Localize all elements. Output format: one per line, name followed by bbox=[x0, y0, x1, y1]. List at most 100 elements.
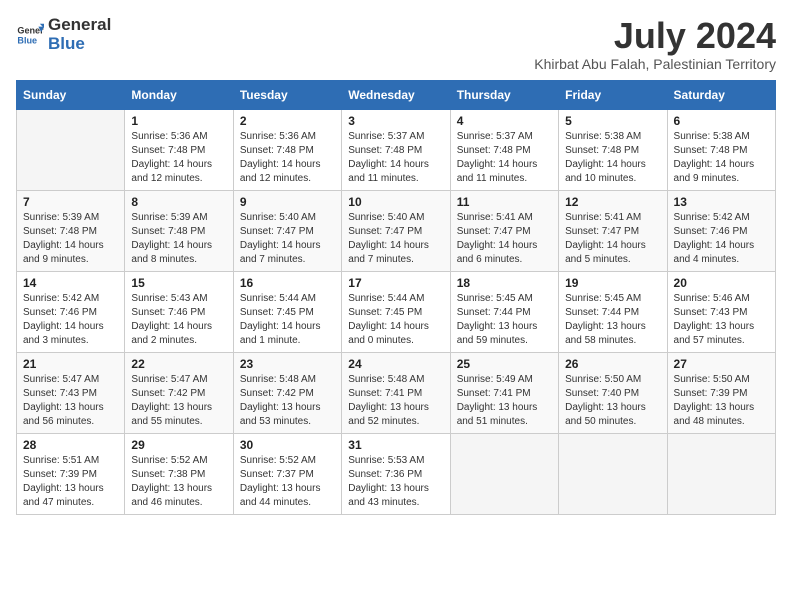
day-number: 3 bbox=[348, 114, 443, 128]
day-info: Sunrise: 5:52 AMSunset: 7:38 PMDaylight:… bbox=[131, 454, 226, 510]
day-number: 5 bbox=[565, 114, 660, 128]
day-info: Sunrise: 5:49 AMSunset: 7:41 PMDaylight:… bbox=[457, 373, 552, 429]
day-info: Sunrise: 5:45 AMSunset: 7:44 PMDaylight:… bbox=[457, 292, 552, 348]
day-number: 25 bbox=[457, 357, 552, 371]
day-info: Sunrise: 5:40 AMSunset: 7:47 PMDaylight:… bbox=[240, 211, 335, 267]
day-number: 31 bbox=[348, 438, 443, 452]
day-number: 23 bbox=[240, 357, 335, 371]
day-number: 6 bbox=[674, 114, 769, 128]
day-info: Sunrise: 5:44 AMSunset: 7:45 PMDaylight:… bbox=[348, 292, 443, 348]
calendar-cell: 6 Sunrise: 5:38 AMSunset: 7:48 PMDaylight… bbox=[667, 109, 775, 190]
day-info: Sunrise: 5:42 AMSunset: 7:46 PMDaylight:… bbox=[674, 211, 769, 267]
calendar-header-row: SundayMondayTuesdayWednesdayThursdayFrid… bbox=[17, 80, 776, 109]
day-number: 8 bbox=[131, 195, 226, 209]
column-header-tuesday: Tuesday bbox=[233, 80, 341, 109]
column-header-saturday: Saturday bbox=[667, 80, 775, 109]
calendar-cell: 30 Sunrise: 5:52 AMSunset: 7:37 PMDayligh… bbox=[233, 433, 341, 514]
day-number: 9 bbox=[240, 195, 335, 209]
calendar-cell: 25 Sunrise: 5:49 AMSunset: 7:41 PMDayligh… bbox=[450, 352, 558, 433]
column-header-friday: Friday bbox=[559, 80, 667, 109]
day-info: Sunrise: 5:37 AMSunset: 7:48 PMDaylight:… bbox=[348, 130, 443, 186]
day-info: Sunrise: 5:50 AMSunset: 7:40 PMDaylight:… bbox=[565, 373, 660, 429]
column-header-thursday: Thursday bbox=[450, 80, 558, 109]
day-number: 21 bbox=[23, 357, 118, 371]
svg-text:Blue: Blue bbox=[17, 35, 37, 45]
day-number: 4 bbox=[457, 114, 552, 128]
day-info: Sunrise: 5:46 AMSunset: 7:43 PMDaylight:… bbox=[674, 292, 769, 348]
calendar-cell: 15Sunrise: 5:43 AMSunset: 7:46 PMDayligh… bbox=[125, 271, 233, 352]
day-info: Sunrise: 5:48 AMSunset: 7:42 PMDaylight:… bbox=[240, 373, 335, 429]
day-number: 17 bbox=[348, 276, 443, 290]
calendar-week-row: 21Sunrise: 5:47 AMSunset: 7:43 PMDayligh… bbox=[17, 352, 776, 433]
calendar-cell: 18 Sunrise: 5:45 AMSunset: 7:44 PMDayligh… bbox=[450, 271, 558, 352]
calendar-cell: 13 Sunrise: 5:42 AMSunset: 7:46 PMDayligh… bbox=[667, 190, 775, 271]
day-number: 1 bbox=[131, 114, 226, 128]
title-area: July 2024 Khirbat Abu Falah, Palestinian… bbox=[534, 16, 776, 72]
day-number: 11 bbox=[457, 195, 552, 209]
day-number: 13 bbox=[674, 195, 769, 209]
day-number: 7 bbox=[23, 195, 118, 209]
calendar-cell: 20 Sunrise: 5:46 AMSunset: 7:43 PMDayligh… bbox=[667, 271, 775, 352]
day-info: Sunrise: 5:42 AMSunset: 7:46 PMDaylight:… bbox=[23, 292, 118, 348]
day-number: 27 bbox=[674, 357, 769, 371]
day-info: Sunrise: 5:48 AMSunset: 7:41 PMDaylight:… bbox=[348, 373, 443, 429]
calendar-week-row: 1 Sunrise: 5:36 AMSunset: 7:48 PMDaylight… bbox=[17, 109, 776, 190]
day-number: 18 bbox=[457, 276, 552, 290]
day-number: 29 bbox=[131, 438, 226, 452]
calendar-cell: 29 Sunrise: 5:52 AMSunset: 7:38 PMDayligh… bbox=[125, 433, 233, 514]
logo-text-blue: Blue bbox=[48, 35, 111, 54]
calendar-cell: 8Sunrise: 5:39 AMSunset: 7:48 PMDaylight… bbox=[125, 190, 233, 271]
day-info: Sunrise: 5:52 AMSunset: 7:37 PMDaylight:… bbox=[240, 454, 335, 510]
day-info: Sunrise: 5:38 AMSunset: 7:48 PMDaylight:… bbox=[565, 130, 660, 186]
day-info: Sunrise: 5:45 AMSunset: 7:44 PMDaylight:… bbox=[565, 292, 660, 348]
calendar-cell: 3 Sunrise: 5:37 AMSunset: 7:48 PMDaylight… bbox=[342, 109, 450, 190]
calendar-cell: 9 Sunrise: 5:40 AMSunset: 7:47 PMDaylight… bbox=[233, 190, 341, 271]
day-number: 24 bbox=[348, 357, 443, 371]
day-info: Sunrise: 5:36 AMSunset: 7:48 PMDaylight:… bbox=[240, 130, 335, 186]
day-info: Sunrise: 5:43 AMSunset: 7:46 PMDaylight:… bbox=[131, 292, 226, 348]
calendar-cell: 1 Sunrise: 5:36 AMSunset: 7:48 PMDaylight… bbox=[125, 109, 233, 190]
calendar-cell: 24 Sunrise: 5:48 AMSunset: 7:41 PMDayligh… bbox=[342, 352, 450, 433]
day-number: 28 bbox=[23, 438, 118, 452]
day-number: 20 bbox=[674, 276, 769, 290]
calendar-cell bbox=[17, 109, 125, 190]
calendar-cell: 14 Sunrise: 5:42 AMSunset: 7:46 PMDayligh… bbox=[17, 271, 125, 352]
calendar-cell: 7 Sunrise: 5:39 AMSunset: 7:48 PMDaylight… bbox=[17, 190, 125, 271]
subtitle: Khirbat Abu Falah, Palestinian Territory bbox=[534, 56, 776, 72]
calendar-cell: 4 Sunrise: 5:37 AMSunset: 7:48 PMDaylight… bbox=[450, 109, 558, 190]
logo-icon: General Blue bbox=[16, 21, 44, 49]
day-number: 14 bbox=[23, 276, 118, 290]
day-info: Sunrise: 5:36 AMSunset: 7:48 PMDaylight:… bbox=[131, 130, 226, 186]
calendar-table: SundayMondayTuesdayWednesdayThursdayFrid… bbox=[16, 80, 776, 515]
column-header-wednesday: Wednesday bbox=[342, 80, 450, 109]
page-header: General Blue General Blue July 2024 Khir… bbox=[16, 16, 776, 72]
day-info: Sunrise: 5:37 AMSunset: 7:48 PMDaylight:… bbox=[457, 130, 552, 186]
calendar-week-row: 28 Sunrise: 5:51 AMSunset: 7:39 PMDayligh… bbox=[17, 433, 776, 514]
calendar-cell: 19 Sunrise: 5:45 AMSunset: 7:44 PMDayligh… bbox=[559, 271, 667, 352]
column-header-sunday: Sunday bbox=[17, 80, 125, 109]
day-info: Sunrise: 5:39 AMSunset: 7:48 PMDaylight:… bbox=[23, 211, 118, 267]
day-info: Sunrise: 5:44 AMSunset: 7:45 PMDaylight:… bbox=[240, 292, 335, 348]
calendar-cell: 16 Sunrise: 5:44 AMSunset: 7:45 PMDayligh… bbox=[233, 271, 341, 352]
day-number: 10 bbox=[348, 195, 443, 209]
calendar-cell: 27Sunrise: 5:50 AMSunset: 7:39 PMDayligh… bbox=[667, 352, 775, 433]
calendar-cell: 22Sunrise: 5:47 AMSunset: 7:42 PMDayligh… bbox=[125, 352, 233, 433]
calendar-cell bbox=[559, 433, 667, 514]
day-number: 19 bbox=[565, 276, 660, 290]
day-number: 26 bbox=[565, 357, 660, 371]
main-title: July 2024 bbox=[534, 16, 776, 56]
day-info: Sunrise: 5:51 AMSunset: 7:39 PMDaylight:… bbox=[23, 454, 118, 510]
day-number: 16 bbox=[240, 276, 335, 290]
calendar-cell bbox=[450, 433, 558, 514]
day-info: Sunrise: 5:47 AMSunset: 7:42 PMDaylight:… bbox=[131, 373, 226, 429]
calendar-cell: 5 Sunrise: 5:38 AMSunset: 7:48 PMDaylight… bbox=[559, 109, 667, 190]
day-info: Sunrise: 5:38 AMSunset: 7:48 PMDaylight:… bbox=[674, 130, 769, 186]
calendar-week-row: 7 Sunrise: 5:39 AMSunset: 7:48 PMDaylight… bbox=[17, 190, 776, 271]
calendar-cell: 26 Sunrise: 5:50 AMSunset: 7:40 PMDayligh… bbox=[559, 352, 667, 433]
calendar-cell: 28 Sunrise: 5:51 AMSunset: 7:39 PMDayligh… bbox=[17, 433, 125, 514]
day-number: 30 bbox=[240, 438, 335, 452]
calendar-cell: 11Sunrise: 5:41 AMSunset: 7:47 PMDayligh… bbox=[450, 190, 558, 271]
calendar-cell: 12Sunrise: 5:41 AMSunset: 7:47 PMDayligh… bbox=[559, 190, 667, 271]
logo: General Blue General Blue bbox=[16, 16, 111, 53]
calendar-cell: 21Sunrise: 5:47 AMSunset: 7:43 PMDayligh… bbox=[17, 352, 125, 433]
